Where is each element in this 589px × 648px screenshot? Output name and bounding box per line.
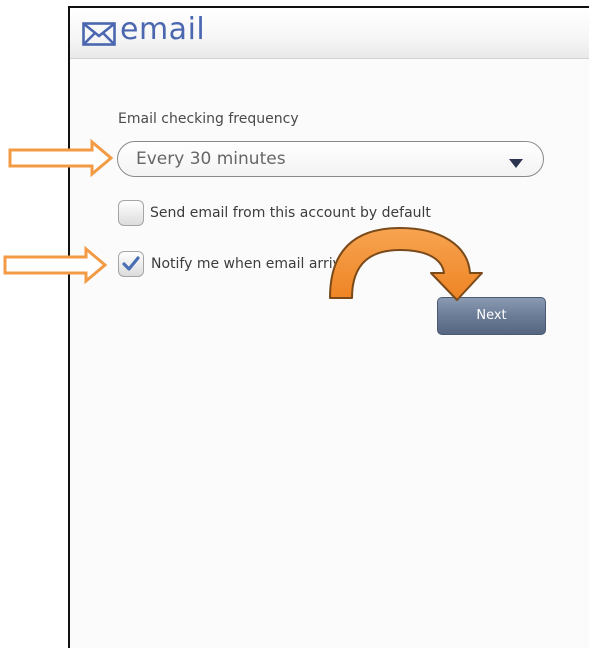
right-arrow-icon: [8, 138, 114, 178]
curved-arrow-icon: [329, 227, 483, 301]
right-arrow-icon: [3, 245, 108, 285]
annotation-overlay: [3, 138, 483, 301]
screenshot-stage: email Email checking frequency Every 30 …: [0, 0, 589, 648]
